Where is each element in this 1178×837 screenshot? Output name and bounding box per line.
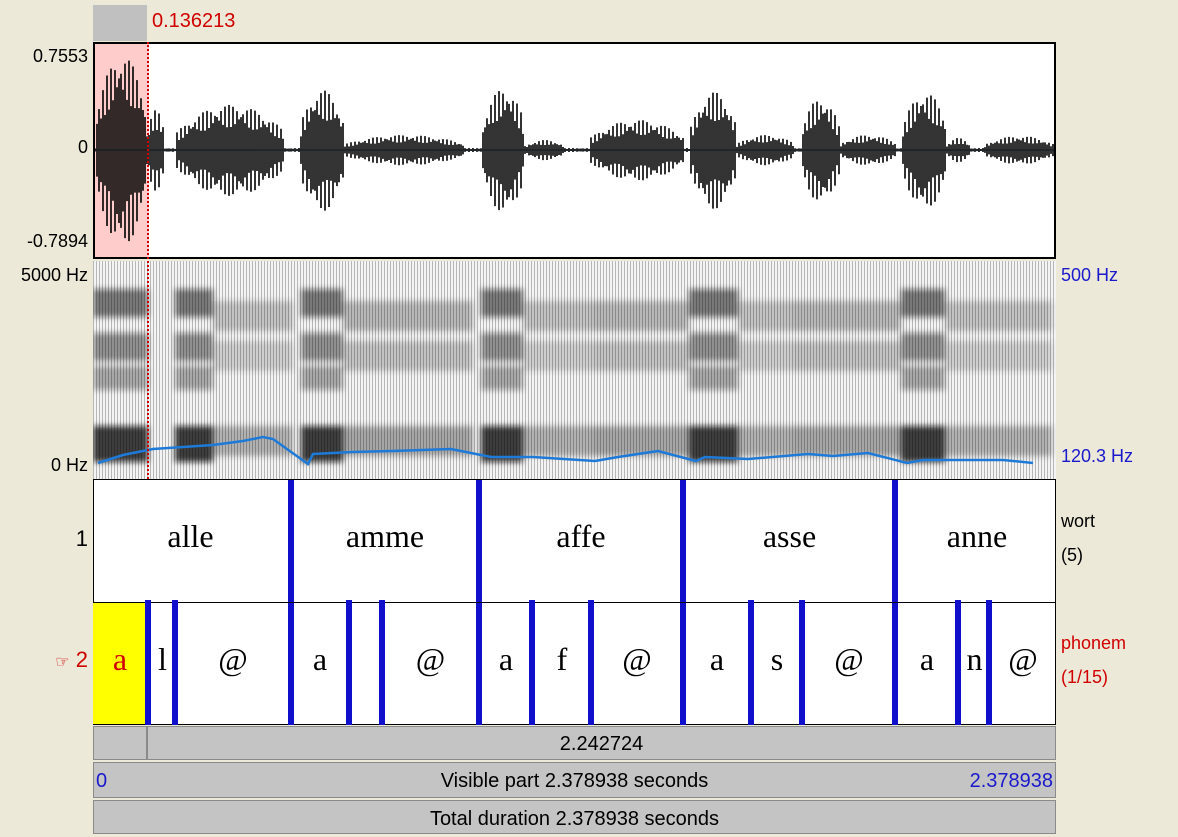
word-boundary[interactable] <box>476 480 482 602</box>
tier-separator <box>93 602 1056 603</box>
spectrogram-panel[interactable] <box>93 261 1056 479</box>
phoneme-boundary[interactable] <box>892 603 898 725</box>
phoneme-interval[interactable]: @ <box>594 641 680 678</box>
waveform-svg <box>95 44 1054 257</box>
word-interval[interactable]: alle <box>93 518 288 555</box>
phoneme-boundary[interactable] <box>588 600 594 725</box>
phoneme-boundary[interactable] <box>955 600 961 725</box>
phoneme-boundary[interactable] <box>172 600 178 725</box>
phoneme-boundary[interactable] <box>379 600 385 725</box>
phoneme-boundary[interactable] <box>288 603 294 725</box>
word-boundary[interactable] <box>892 480 898 602</box>
tier1-name-text: wort <box>1061 511 1096 531</box>
pitch-value-label: 120.3 Hz <box>1061 446 1134 466</box>
phoneme-interval[interactable]: s <box>754 641 800 678</box>
tier1-number: 1 <box>75 526 88 551</box>
phoneme-interval[interactable]: a <box>482 641 530 678</box>
tier1-count: (5) <box>1061 545 1083 565</box>
phoneme-interval[interactable]: a <box>686 641 748 678</box>
selection-marker-top[interactable] <box>93 5 147 41</box>
phoneme-interval[interactable]: @ <box>806 641 892 678</box>
spectrogram-min-freq: 0 Hz <box>50 455 88 475</box>
spectrogram-max-freq: 5000 Hz <box>20 265 88 285</box>
tier2-number: 2 <box>75 647 88 672</box>
tier2-number-wrap: ☞ 2 <box>30 647 88 673</box>
phoneme-interval[interactable]: a <box>898 641 956 678</box>
word-interval[interactable]: anne <box>898 518 1056 555</box>
phoneme-boundary[interactable] <box>799 600 805 725</box>
word-boundary[interactable] <box>288 480 294 602</box>
cursor-line <box>147 42 149 479</box>
visible-start-label: 0 <box>96 770 108 792</box>
phoneme-boundary[interactable] <box>145 600 151 725</box>
visible-part-bar[interactable]: Visible part 2.378938 seconds <box>93 762 1056 798</box>
phoneme-boundary[interactable] <box>476 603 482 725</box>
phoneme-interval[interactable]: @ <box>385 641 476 678</box>
pointer-icon: ☞ <box>55 654 70 671</box>
word-interval[interactable]: amme <box>294 518 476 555</box>
visible-part-label: Visible part 2.378938 seconds <box>440 770 709 792</box>
phoneme-boundary[interactable] <box>346 600 352 725</box>
total-duration-bar[interactable]: Total duration 2.378938 seconds <box>93 800 1056 834</box>
phoneme-boundary[interactable] <box>680 603 686 725</box>
spectrogram-texture <box>93 261 1056 479</box>
phoneme-interval[interactable]: f <box>536 641 588 678</box>
tier2-count: (1/15) <box>1061 667 1109 687</box>
word-interval[interactable]: asse <box>686 518 893 555</box>
pitch-max-label: 500 Hz <box>1061 265 1119 285</box>
phoneme-boundary[interactable] <box>748 600 754 725</box>
word-interval[interactable]: affe <box>482 518 680 555</box>
tier2-name: phonem (1/15) <box>1061 626 1126 694</box>
waveform-min-label: -0.7894 <box>26 231 88 251</box>
phoneme-interval[interactable]: @ <box>992 641 1054 678</box>
waveform-zero-label: 0 <box>77 137 88 157</box>
cursor-time: 0.136213 <box>152 10 236 32</box>
waveform-trace <box>95 60 1054 242</box>
waveform-max-label: 0.7553 <box>32 46 88 66</box>
phoneme-boundary[interactable] <box>529 600 535 725</box>
tier2-name-text: phonem <box>1061 633 1127 653</box>
spectrogram-svg <box>93 261 1056 479</box>
phoneme-interval[interactable]: @ <box>178 641 288 678</box>
phoneme-interval-selected[interactable]: a <box>93 641 147 678</box>
phoneme-boundary[interactable] <box>986 600 992 725</box>
tier1-name: wort (5) <box>1061 504 1095 572</box>
phoneme-interval[interactable]: n <box>962 641 987 678</box>
selection-start-bar[interactable] <box>93 726 147 760</box>
visible-end-label: 2.378938 <box>969 770 1053 792</box>
waveform-panel[interactable] <box>93 42 1056 259</box>
selection-duration-bar[interactable]: 2.242724 <box>147 726 1056 760</box>
phoneme-interval[interactable]: a <box>294 641 346 678</box>
word-boundary[interactable] <box>680 480 686 602</box>
